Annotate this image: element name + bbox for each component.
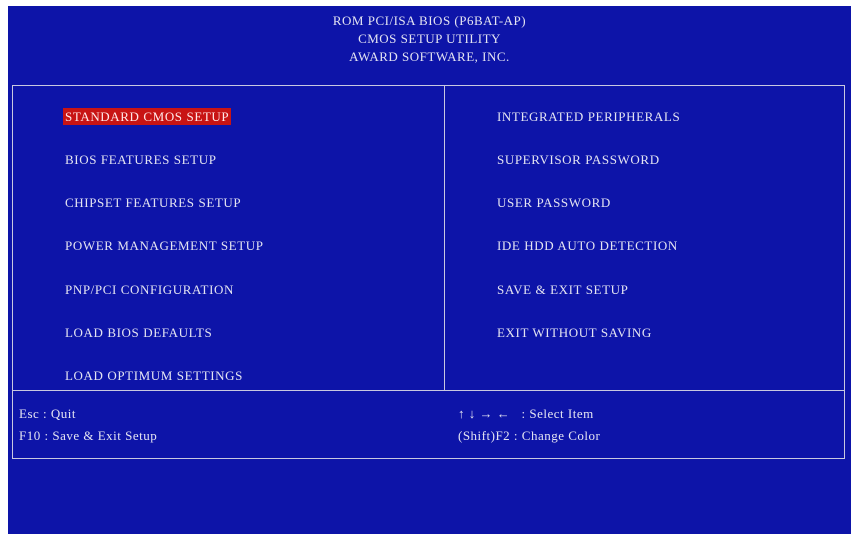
menu-item-load-bios-defaults[interactable]: LOAD BIOS DEFAULTS <box>65 324 212 341</box>
key-help-panel: Esc : Quit F10 : Save & Exit Setup ↑ ↓ →… <box>12 390 845 459</box>
vendor-name: AWARD SOFTWARE, INC. <box>349 49 510 64</box>
menu-item-supervisor-password[interactable]: SUPERVISOR PASSWORD <box>497 151 660 168</box>
help-change-color: (Shift)F2 : Change Color <box>458 428 601 443</box>
menu-item-integrated-peripherals[interactable]: INTEGRATED PERIPHERALS <box>497 108 680 125</box>
menu-item-user-password[interactable]: USER PASSWORD <box>497 194 611 211</box>
help-f10-save-exit: F10 : Save & Exit Setup <box>19 428 158 443</box>
help-select-item: ↑ ↓ → ← : Select Item <box>458 406 594 421</box>
menu-item-ide-hdd-auto-detection[interactable]: IDE HDD AUTO DETECTION <box>497 237 678 254</box>
main-menu: STANDARD CMOS SETUP BIOS FEATURES SETUP … <box>12 85 845 391</box>
bios-header: ROM PCI/ISA BIOS (P6BAT-AP) CMOS SETUP U… <box>8 6 851 82</box>
menu-item-save-exit-setup[interactable]: SAVE & EXIT SETUP <box>497 281 628 298</box>
menu-item-bios-features-setup[interactable]: BIOS FEATURES SETUP <box>65 151 217 168</box>
menu-item-exit-without-saving[interactable]: EXIT WITHOUT SAVING <box>497 324 652 341</box>
status-area <box>8 459 851 534</box>
menu-divider <box>444 86 445 390</box>
help-esc-quit: Esc : Quit <box>19 406 76 421</box>
bios-screen: ROM PCI/ISA BIOS (P6BAT-AP) CMOS SETUP U… <box>8 6 851 534</box>
bios-title: ROM PCI/ISA BIOS (P6BAT-AP) <box>332 13 527 28</box>
utility-title: CMOS SETUP UTILITY <box>358 31 501 46</box>
menu-item-standard-cmos-setup[interactable]: STANDARD CMOS SETUP <box>63 108 232 125</box>
menu-item-load-optimum-settings[interactable]: LOAD OPTIMUM SETTINGS <box>65 367 243 384</box>
menu-item-chipset-features-setup[interactable]: CHIPSET FEATURES SETUP <box>65 194 241 211</box>
menu-item-pnp-pci-configuration[interactable]: PNP/PCI CONFIGURATION <box>65 281 234 298</box>
menu-item-power-management-setup[interactable]: POWER MANAGEMENT SETUP <box>65 237 264 254</box>
